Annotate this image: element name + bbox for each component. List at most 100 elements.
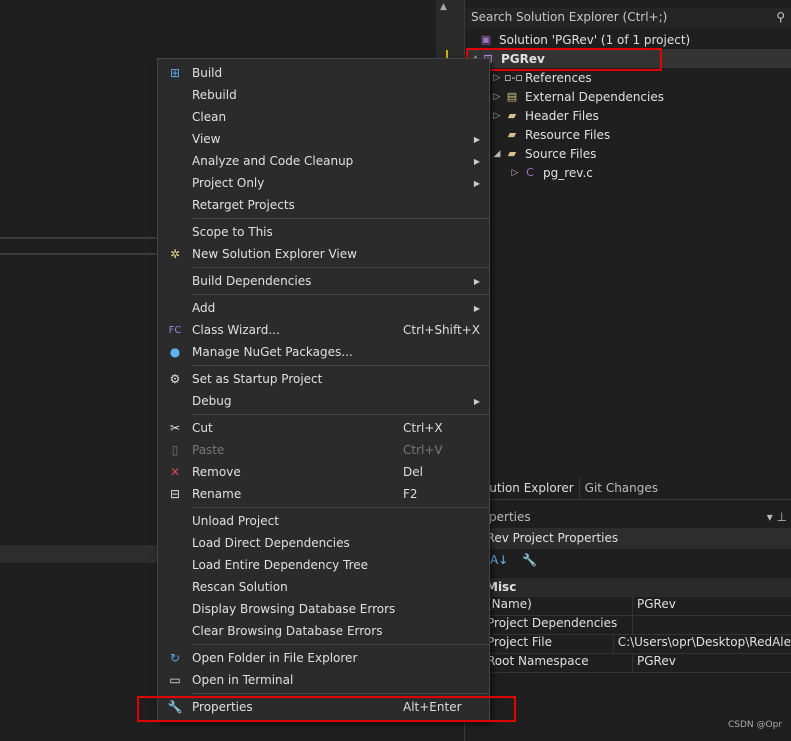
- menu-load-direct[interactable]: Load Direct Dependencies: [158, 532, 489, 554]
- property-row[interactable]: (Name) PGRev: [482, 597, 791, 616]
- menu-label: Add: [192, 301, 216, 315]
- tree-item-external-deps[interactable]: ▷ ▤ External Dependencies: [490, 87, 791, 106]
- submenu-arrow-icon: ▶: [473, 178, 480, 188]
- filter-folder-icon: ▰: [507, 127, 517, 141]
- search-placeholder: Search Solution Explorer (Ctrl+;): [471, 10, 668, 24]
- tree-solution[interactable]: ▣ Solution 'PGRev' (1 of 1 project): [478, 30, 791, 49]
- refresh-arrow-icon: ↻: [169, 651, 181, 665]
- menu-label: Rescan Solution: [192, 580, 288, 594]
- property-value[interactable]: [633, 616, 637, 634]
- menu-label: Rebuild: [192, 88, 237, 102]
- menu-class-wizard[interactable]: FC Class Wizard... Ctrl+Shift+X: [158, 319, 489, 341]
- property-row[interactable]: Root Namespace PGRev: [482, 654, 791, 673]
- tree-item-file[interactable]: ▷ Cpg_rev.c: [508, 163, 791, 182]
- menu-add[interactable]: Add ▶: [158, 297, 489, 319]
- solution-icon: ▣: [480, 32, 492, 46]
- menu-project-only[interactable]: Project Only ▶: [158, 172, 489, 194]
- submenu-arrow-icon: ▶: [473, 303, 480, 313]
- menu-retarget[interactable]: Retarget Projects: [158, 194, 489, 216]
- category-misc[interactable]: Misc: [482, 578, 791, 597]
- item-label: Source Files: [525, 146, 597, 161]
- menu-label: Rename: [192, 487, 242, 501]
- menu-rename[interactable]: ⊟ Rename F2: [158, 483, 489, 505]
- menu-label: Load Direct Dependencies: [192, 536, 350, 550]
- property-key: (Name): [482, 597, 633, 615]
- tree-item-source-files[interactable]: ◢ ▰ Source Files: [490, 144, 791, 163]
- watermark: CSDN @Opr: [728, 720, 783, 730]
- menu-rebuild[interactable]: Rebuild: [158, 84, 489, 106]
- menu-view[interactable]: View ▶: [158, 128, 489, 150]
- menu-label: Project Only: [192, 176, 265, 190]
- menu-label: Open in Terminal: [192, 673, 294, 687]
- nuget-icon: ●: [169, 345, 181, 359]
- property-key: Project File: [482, 635, 614, 653]
- panel-header: [0, 545, 160, 563]
- properties-header: PGRev Project Properties: [466, 528, 791, 549]
- submenu-arrow-icon: ▶: [473, 134, 480, 144]
- shortcut: F2: [403, 487, 418, 501]
- menu-label: Analyze and Code Cleanup: [192, 154, 354, 168]
- menu-paste[interactable]: ▯ Paste Ctrl+V: [158, 439, 489, 461]
- menu-display-errors[interactable]: Display Browsing Database Errors: [158, 598, 489, 620]
- property-value[interactable]: PGRev: [633, 597, 676, 615]
- property-value[interactable]: PGRev: [633, 654, 676, 672]
- menu-load-entire[interactable]: Load Entire Dependency Tree: [158, 554, 489, 576]
- menu-label: Manage NuGet Packages...: [192, 345, 353, 359]
- menu-remove[interactable]: ✕ Remove Del: [158, 461, 489, 483]
- menu-build-deps[interactable]: Build Dependencies ▶: [158, 270, 489, 292]
- item-label: References: [525, 70, 592, 85]
- rename-icon: ⊟: [169, 487, 181, 501]
- delete-x-icon: ✕: [169, 465, 181, 479]
- menu-analyze[interactable]: Analyze and Code Cleanup ▶: [158, 150, 489, 172]
- menu-debug[interactable]: Debug ▶: [158, 390, 489, 412]
- menu-label: Remove: [192, 465, 241, 479]
- properties-title-bar: Properties ▾ ⊥: [466, 508, 791, 526]
- menu-open-terminal[interactable]: ▭ Open in Terminal: [158, 669, 489, 691]
- divider: [0, 253, 160, 255]
- pin-icon[interactable]: ▾ ⊥: [767, 510, 787, 524]
- menu-label: Scope to This: [192, 225, 273, 239]
- menu-open-folder[interactable]: ↻ Open Folder in File Explorer: [158, 647, 489, 669]
- menu-clean[interactable]: Clean: [158, 106, 489, 128]
- property-value[interactable]: C:\Users\opr\Desktop\RedAle: [614, 635, 791, 653]
- references-icon: ▫-▫: [504, 70, 523, 84]
- wrench-icon[interactable]: 🔧: [522, 553, 537, 567]
- menu-label: Retarget Projects: [192, 198, 295, 212]
- menu-clear-errors[interactable]: Clear Browsing Database Errors: [158, 620, 489, 642]
- submenu-arrow-icon: ▶: [473, 396, 480, 406]
- properties-object: PGRev Project Properties: [470, 531, 619, 545]
- highlight-box: [137, 696, 516, 722]
- class-wizard-icon: FC: [168, 324, 182, 336]
- menu-cut[interactable]: ✂ Cut Ctrl+X: [158, 417, 489, 439]
- menu-label: Paste: [192, 443, 225, 457]
- menu-label: Set as Startup Project: [192, 372, 323, 386]
- shortcut: Del: [403, 465, 423, 479]
- menu-startup[interactable]: ⚙ Set as Startup Project: [158, 368, 489, 390]
- menu-new-view[interactable]: ✲ New Solution Explorer View: [158, 243, 489, 265]
- property-row[interactable]: Project Dependencies: [482, 616, 791, 635]
- tree-item-resource-files[interactable]: ▰ Resource Files: [490, 125, 791, 144]
- scissors-icon: ✂: [169, 421, 181, 435]
- item-label: Header Files: [525, 108, 599, 123]
- menu-build[interactable]: ⊞ Build: [158, 62, 489, 84]
- menu-label: Cut: [192, 421, 213, 435]
- filter-folder-icon: ▰: [507, 108, 517, 122]
- context-menu: ⊞ Build Rebuild Clean View ▶ Analyze and C…: [157, 58, 490, 721]
- search-input[interactable]: Search Solution Explorer (Ctrl+;) ⚲: [466, 8, 791, 28]
- property-key: Project Dependencies: [482, 616, 633, 634]
- menu-nuget[interactable]: ● Manage NuGet Packages...: [158, 341, 489, 363]
- menu-rescan[interactable]: Rescan Solution: [158, 576, 489, 598]
- tree-item-header-files[interactable]: ▷ ▰ Header Files: [490, 106, 791, 125]
- submenu-arrow-icon: ▶: [473, 276, 480, 286]
- menu-label: Display Browsing Database Errors: [192, 602, 396, 616]
- menu-label: Unload Project: [192, 514, 279, 528]
- gear-icon: ⚙: [169, 372, 181, 386]
- menu-scope[interactable]: Scope to This: [158, 221, 489, 243]
- item-label: External Dependencies: [525, 89, 665, 104]
- tree-item-references[interactable]: ▷ ▫-▫ References: [490, 68, 791, 87]
- menu-unload[interactable]: Unload Project: [158, 510, 489, 532]
- filter-folder-icon: ▰: [507, 146, 517, 160]
- sort-alpha-icon[interactable]: A↓: [490, 553, 508, 567]
- tab-git-changes[interactable]: Git Changes: [580, 478, 663, 499]
- property-row[interactable]: Project File C:\Users\opr\Desktop\RedAle: [482, 635, 791, 654]
